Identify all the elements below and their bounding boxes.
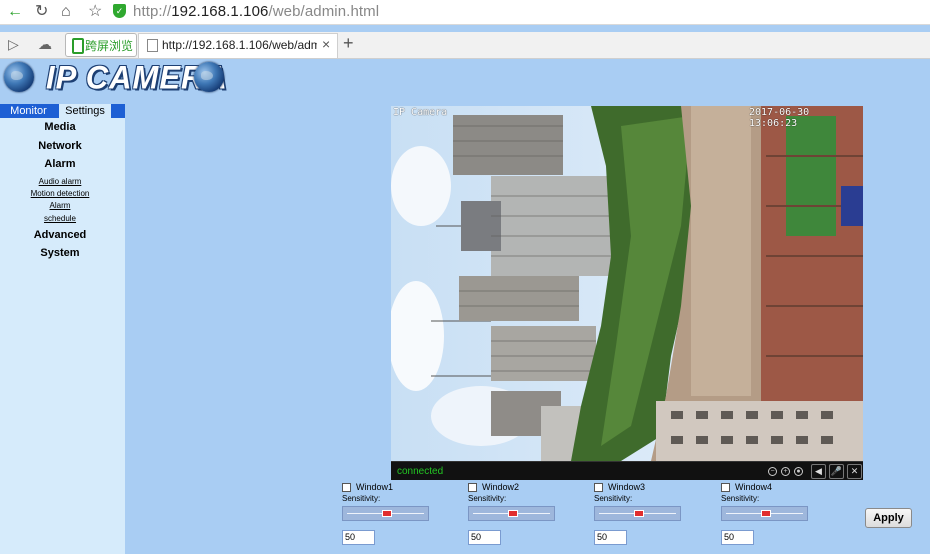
slider-thumb[interactable]: [381, 510, 392, 517]
star-icon[interactable]: ☆: [88, 2, 102, 22]
slider-thumb[interactable]: [760, 510, 771, 517]
window-3-sensitivity-input[interactable]: 50: [594, 530, 627, 545]
reload-icon[interactable]: ↻: [35, 2, 48, 22]
apply-button[interactable]: Apply: [865, 508, 912, 528]
speaker-icon[interactable]: ◀: [811, 464, 826, 479]
record-icon[interactable]: ●: [794, 467, 803, 476]
menu-network[interactable]: Network: [0, 140, 120, 152]
home-icon[interactable]: ⌂: [61, 2, 71, 22]
logo-bar: IP CAMERA: [0, 59, 930, 102]
phone-icon: [72, 38, 84, 54]
plus-icon[interactable]: +: [343, 33, 354, 54]
menu-alarm[interactable]: Alarm: [0, 158, 120, 170]
cross-screen-label: 跨屏浏览: [85, 39, 134, 53]
window-2-sensitivity-input[interactable]: 50: [468, 530, 501, 545]
close-icon[interactable]: ×: [322, 36, 330, 52]
video-control-bar: connected − + ● ◀ 🎤 ✕: [391, 461, 863, 480]
window-1-sensitivity-slider[interactable]: [342, 506, 429, 521]
submenu-audio-alarm[interactable]: Audio alarm: [0, 177, 120, 186]
window-4-label: Window4: [735, 482, 773, 492]
browser-tab-admin[interactable]: http://192.168.1.106/web/admin ×: [138, 33, 338, 58]
sensitivity-label: Sensitivity:: [594, 494, 633, 503]
sensitivity-label: Sensitivity:: [721, 494, 760, 503]
cloud-icon[interactable]: ☁: [38, 36, 52, 53]
tab-monitor[interactable]: Monitor: [0, 104, 57, 118]
tab-strip: ▷ ☁ 跨屏浏览 http://192.168.1.106/web/admin …: [0, 32, 930, 59]
window-3-label: Window3: [608, 482, 646, 492]
microphone-icon[interactable]: 🎤: [829, 464, 844, 479]
submenu-schedule[interactable]: schedule: [0, 214, 120, 223]
url-path: /web/admin.html: [268, 3, 380, 20]
page-icon: [147, 39, 158, 52]
window-3-sensitivity-slider[interactable]: [594, 506, 681, 521]
globe-icon: [4, 62, 34, 92]
window-1-sensitivity-input[interactable]: 50: [342, 530, 375, 545]
browser-tab-title: http://192.168.1.106/web/admin: [162, 38, 317, 52]
url-prefix: http://: [133, 3, 172, 20]
tab-settings[interactable]: Settings: [59, 104, 111, 118]
cross-screen-tab[interactable]: 跨屏浏览: [65, 33, 137, 57]
settings-icon[interactable]: ✕: [847, 464, 862, 479]
page-content: IP CAMERA Monitor Settings Media Network…: [0, 59, 930, 554]
window-2-label: Window2: [482, 482, 520, 492]
window-1-checkbox[interactable]: [342, 483, 351, 492]
osd-camera-name: IP Camera: [393, 107, 448, 118]
osd-timestamp: 2017-06-30 13:06:23: [749, 107, 810, 129]
back-icon[interactable]: ←: [7, 2, 23, 22]
zoom-out-icon[interactable]: −: [768, 467, 777, 476]
address-bar: ← ↻ ⌂ ☆ ✓ http://192.168.1.106/web/admin…: [0, 0, 930, 25]
window-4-checkbox[interactable]: [721, 483, 730, 492]
menu-system[interactable]: System: [0, 247, 120, 259]
menu-media[interactable]: Media: [0, 121, 120, 133]
url-field[interactable]: http://192.168.1.106/web/admin.html: [133, 3, 379, 20]
sensitivity-label: Sensitivity:: [342, 494, 381, 503]
window-2-checkbox[interactable]: [468, 483, 477, 492]
sidebar: Monitor Settings Media Network Alarm Aud…: [0, 104, 125, 554]
video-player[interactable]: IP Camera 2017-06-30 13:06:23 connected …: [391, 106, 863, 480]
sidebar-toggle-icon[interactable]: ▷: [8, 36, 19, 53]
sidebar-tabs: Monitor Settings: [0, 104, 125, 118]
camera-feed-image: [391, 106, 863, 461]
url-host: 192.168.1.106: [171, 3, 269, 20]
sensitivity-label: Sensitivity:: [468, 494, 507, 503]
window-4-sensitivity-slider[interactable]: [721, 506, 808, 521]
window-4-sensitivity-input[interactable]: 50: [721, 530, 754, 545]
shield-icon: ✓: [113, 4, 126, 18]
window-1-label: Window1: [356, 482, 394, 492]
globe-icon: [194, 62, 224, 92]
slider-thumb[interactable]: [633, 510, 644, 517]
slider-thumb[interactable]: [507, 510, 518, 517]
menu-advanced[interactable]: Advanced: [0, 229, 120, 241]
connection-status: connected: [397, 466, 444, 477]
submenu-alarm[interactable]: Alarm: [0, 201, 120, 210]
submenu-motion-detection[interactable]: Motion detection: [0, 189, 120, 198]
window-2-sensitivity-slider[interactable]: [468, 506, 555, 521]
window-3-checkbox[interactable]: [594, 483, 603, 492]
zoom-in-icon[interactable]: +: [781, 467, 790, 476]
